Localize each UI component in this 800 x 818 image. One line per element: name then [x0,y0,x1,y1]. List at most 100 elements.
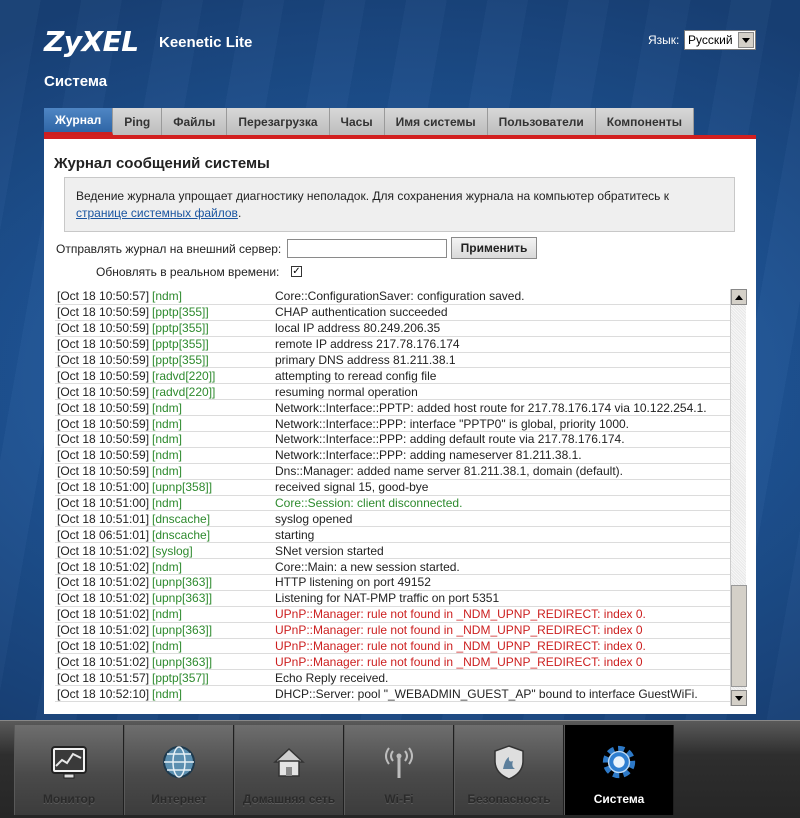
panel-title: Журнал сообщений системы [54,155,270,172]
log-source: [pptp[355]] [152,337,209,352]
log-row: [Oct 18 10:51:57] [pptp[357]] Echo Reply r… [55,670,739,687]
log-timestamp: [Oct 18 10:50:59] [57,400,150,415]
tab-2[interactable]: Файлы [162,108,228,135]
log-source: [pptp[357]] [152,670,209,685]
log-scrollbar[interactable] [730,289,747,706]
chevron-down-icon[interactable] [738,32,754,48]
monitor-icon [50,743,88,781]
log-source: [ndm] [152,464,183,479]
log-message: Core::ConfigurationSaver: configuration … [275,289,525,304]
log-row: [Oct 18 10:50:59] [ndm] Network::Interface… [55,400,739,417]
log-message: Listening for NAT-PMP traffic on port 53… [275,591,500,606]
scroll-thumb[interactable] [731,585,747,687]
log-row: [Oct 18 10:51:00] [upnp[358]] received sig… [55,480,739,496]
model-name: Keenetic Lite [159,34,253,51]
tab-1[interactable]: Ping [113,108,163,135]
log-message: CHAP authentication succeeded [275,305,448,320]
log-source: [pptp[355]] [152,321,209,336]
tab-5[interactable]: Имя системы [384,108,488,135]
log-row: [Oct 18 10:50:59] [radvd[220]] attempting … [55,368,739,385]
log-message: primary DNS address 81.211.38.1 [275,353,456,367]
section-title: Система [44,73,108,90]
system-files-link[interactable]: странице системных файлов [76,206,238,220]
bottom-dock: Монитор Интернет Домашняя сеть Wi-Fi Безопас… [0,720,800,818]
log-row: [Oct 18 10:51:02] [ndm] UPnP::Manager: rul… [55,607,739,623]
log-message: Network::Interface::PPTP: added host rou… [275,400,707,415]
log-source: [ndm] [152,607,183,622]
log-source: [radvd[220]] [152,384,216,399]
log-timestamp: [Oct 18 10:51:00] [57,496,150,511]
log-timestamp: [Oct 18 10:50:59] [57,353,150,367]
log-timestamp: [Oct 18 10:50:59] [57,368,150,383]
log-row: [Oct 18 10:51:00] [ndm] Core::Session: cli… [55,496,739,512]
log-message: DHCP::Server: pool "_WEBADMIN_GUEST_AP" … [275,686,698,701]
dock-item-3[interactable]: Wi-Fi [344,725,454,815]
log-message: remote IP address 217.78.176.174 [275,337,460,352]
remote-server-input[interactable] [287,239,447,258]
tab-6[interactable]: Пользователи [487,108,596,135]
dock-label: Система [593,792,645,806]
tab-0[interactable]: Журнал [44,108,114,135]
dock-item-0[interactable]: Монитор [14,725,124,815]
log-source: [ndm] [152,559,183,574]
realtime-checkbox[interactable]: ✓ [291,266,302,277]
log-panel: Журнал сообщений системы Ведение журнала… [44,135,756,714]
log-source: [ndm] [152,686,183,701]
log-timestamp: [Oct 18 10:51:57] [57,670,150,685]
log-timestamp: [Oct 18 06:51:01] [57,527,150,542]
log-message: Core::Main: a new session started. [275,559,460,574]
scroll-down-icon[interactable] [731,690,747,706]
log-row: [Oct 18 10:51:02] [upnp[363]] Listening fo… [55,591,739,607]
log-row: [Oct 18 10:50:59] [ndm] Network::Interface… [55,416,739,433]
log-message: starting [275,527,315,542]
log-message: received signal 15, good-bye [275,480,429,495]
tab-4[interactable]: Часы [329,108,385,135]
remote-server-label: Отправлять журнал на внешний сервер: [56,242,282,256]
log-timestamp: [Oct 18 10:50:59] [57,416,150,431]
tab-7[interactable]: Компоненты [595,108,695,135]
dock-item-5[interactable]: Система [564,725,674,815]
log-timestamp: [Oct 18 10:51:02] [57,623,150,638]
log-timestamp: [Oct 18 10:51:01] [57,511,150,526]
log-row: [Oct 18 10:50:59] [ndm] Network::Interface… [55,448,739,464]
log-timestamp: [Oct 18 10:50:59] [57,384,150,399]
log-source: [ndm] [152,496,183,511]
log-message: SNet version started [275,543,384,558]
log-message: Network::Interface::PPP: adding nameserv… [275,448,582,463]
scroll-up-icon[interactable] [731,289,747,305]
log-row: [Oct 18 10:51:02] [upnp[363]] UPnP::Manage… [55,623,739,639]
log-source: [upnp[358]] [152,480,213,495]
log-message: Dns::Manager: added name server 81.211.3… [275,464,623,479]
log-message: Echo Reply received. [275,670,389,685]
log-row: [Oct 18 06:51:01] [dnscache] starting [55,527,739,544]
log-timestamp: [Oct 18 10:51:02] [57,639,150,654]
log-source: [ndm] [152,289,183,304]
log-row: [Oct 18 10:51:02] [upnp[363]] UPnP::Manage… [55,654,739,671]
log-timestamp: [Oct 18 10:51:02] [57,543,150,558]
log-timestamp: [Oct 18 10:51:02] [57,591,150,606]
dock-item-2[interactable]: Домашняя сеть [234,725,344,815]
log-row: [Oct 18 10:50:59] [pptp[355]] primary DNS … [55,353,739,369]
log-message: Core::Session: client disconnected. [275,496,463,511]
dock-items: Монитор Интернет Домашняя сеть Wi-Fi Безопас… [14,725,674,815]
log-source: [upnp[363]] [152,591,213,606]
log-source: [dnscache] [152,511,211,526]
log-message: Network::Interface::PPP: adding default … [275,432,625,447]
log-row: [Oct 18 10:51:02] [syslog] SNet version st… [55,543,739,560]
dock-label: Wi-Fi [384,792,414,806]
log-timestamp: [Oct 18 10:51:02] [57,575,150,590]
dock-item-4[interactable]: Безопасность [454,725,564,815]
tab-3[interactable]: Перезагрузка [227,108,330,135]
log-message: UPnP::Manager: rule not found in _NDM_UP… [275,639,646,654]
log-timestamp: [Oct 18 10:51:02] [57,607,150,622]
apply-button[interactable]: Применить [451,237,537,259]
dock-label: Монитор [42,792,96,806]
brand-logo: ZyXEL [44,25,139,58]
log-source: [upnp[363]] [152,654,213,669]
dock-item-1[interactable]: Интернет [124,725,234,815]
log-message: UPnP::Manager: rule not found in _NDM_UP… [275,623,643,638]
dock-label: Интернет [151,792,207,806]
language-select[interactable]: Русский [684,30,756,50]
log-list: [Oct 18 10:50:57] [ndm] Core::Configuratio… [55,289,739,706]
dock-label: Домашняя сеть [242,792,336,806]
